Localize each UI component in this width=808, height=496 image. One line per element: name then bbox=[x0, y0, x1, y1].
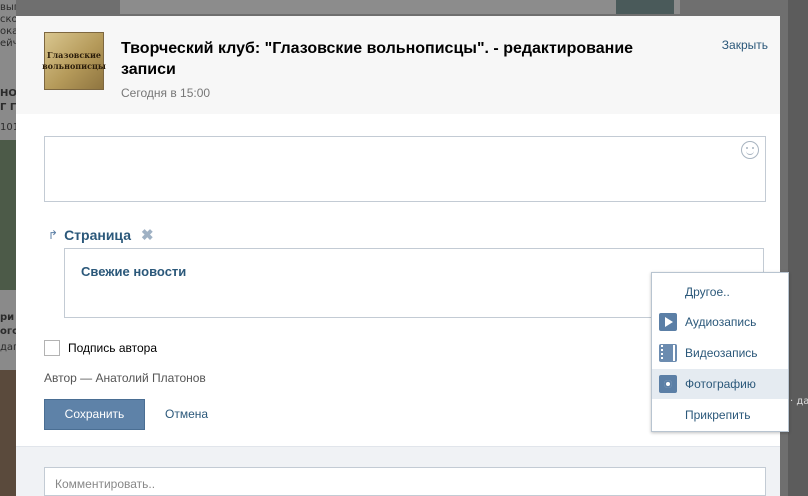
menu-item-photo[interactable]: Фотографию bbox=[652, 369, 788, 399]
modal-header: Глазовские вольнописцы Творческий клуб: … bbox=[16, 16, 780, 114]
backdrop-text: выгоду при bbox=[0, 2, 16, 13]
menu-item-video[interactable]: Видеозапись bbox=[652, 338, 788, 368]
play-icon bbox=[659, 313, 677, 331]
backdrop-text: ока bbox=[0, 26, 16, 37]
backdrop-text: ское bbox=[0, 14, 16, 25]
cancel-link[interactable]: Отмена bbox=[165, 407, 208, 421]
modal-title: Творческий клуб: "Глазовские вольнописцы… bbox=[121, 40, 634, 78]
logo-text: Глазовские bbox=[46, 50, 102, 60]
attachment-header: ↱ Страница ✖ bbox=[48, 226, 154, 244]
menu-item-label: Аудиозапись bbox=[685, 315, 757, 329]
remove-attachment-icon[interactable]: ✖ bbox=[141, 226, 154, 244]
close-link[interactable]: Закрыть bbox=[722, 38, 768, 52]
attachment-type-label: Страница bbox=[64, 227, 131, 243]
backdrop-text: дап bbox=[0, 342, 16, 353]
backdrop-text: Г ГО bbox=[0, 102, 16, 113]
save-button[interactable]: Сохранить bbox=[44, 399, 145, 430]
film-icon bbox=[659, 344, 677, 362]
backdrop-text: · да bbox=[790, 396, 808, 407]
post-date: Сегодня в 15:00 bbox=[121, 86, 211, 100]
backdrop-right-column: · да bbox=[788, 0, 808, 496]
post-text-editor[interactable] bbox=[44, 136, 766, 202]
attach-menu: Другое.. Аудиозапись Видеозапись Фотогра… bbox=[651, 272, 789, 432]
menu-item-audio[interactable]: Аудиозапись bbox=[652, 307, 788, 337]
logo-text: вольнописцы bbox=[42, 61, 106, 71]
menu-item-label: Прикрепить bbox=[685, 408, 751, 422]
signature-checkbox[interactable] bbox=[44, 340, 60, 356]
backdrop-text: НО bbox=[0, 88, 16, 99]
menu-item-label: Другое.. bbox=[685, 285, 730, 299]
backdrop-top-strip bbox=[120, 0, 680, 14]
smile-icon[interactable] bbox=[741, 141, 759, 159]
menu-item-label: Видеозапись bbox=[685, 346, 758, 360]
group-logo[interactable]: Глазовские вольнописцы bbox=[42, 32, 106, 90]
page-arrow-icon: ↱ bbox=[48, 228, 59, 242]
author-line: Автор — Анатолий Платонов bbox=[44, 371, 206, 385]
camera-icon bbox=[659, 375, 677, 393]
comment-input[interactable]: Комментировать.. bbox=[44, 467, 766, 496]
attached-page-name[interactable]: Свежие новости bbox=[81, 264, 186, 279]
backdrop-photo bbox=[0, 370, 16, 496]
menu-item-attach[interactable]: Прикрепить bbox=[652, 400, 788, 430]
backdrop-text: ри bbox=[0, 312, 15, 323]
backdrop-thumbnail bbox=[616, 0, 674, 14]
backdrop-left-column: выгоду при ское ока ейч НО Г ГО 101 ри о… bbox=[0, 0, 16, 496]
backdrop-photo bbox=[0, 140, 16, 290]
menu-item-label: Фотографию bbox=[685, 377, 756, 391]
backdrop-text: 101 bbox=[0, 122, 16, 133]
backdrop-text: ейч bbox=[0, 38, 16, 49]
signature-label[interactable]: Подпись автора bbox=[68, 341, 157, 355]
menu-item-other[interactable]: Другое.. bbox=[652, 277, 788, 307]
backdrop-text: ого bbox=[0, 326, 16, 337]
author-signature-option[interactable]: Подпись автора bbox=[44, 340, 157, 356]
